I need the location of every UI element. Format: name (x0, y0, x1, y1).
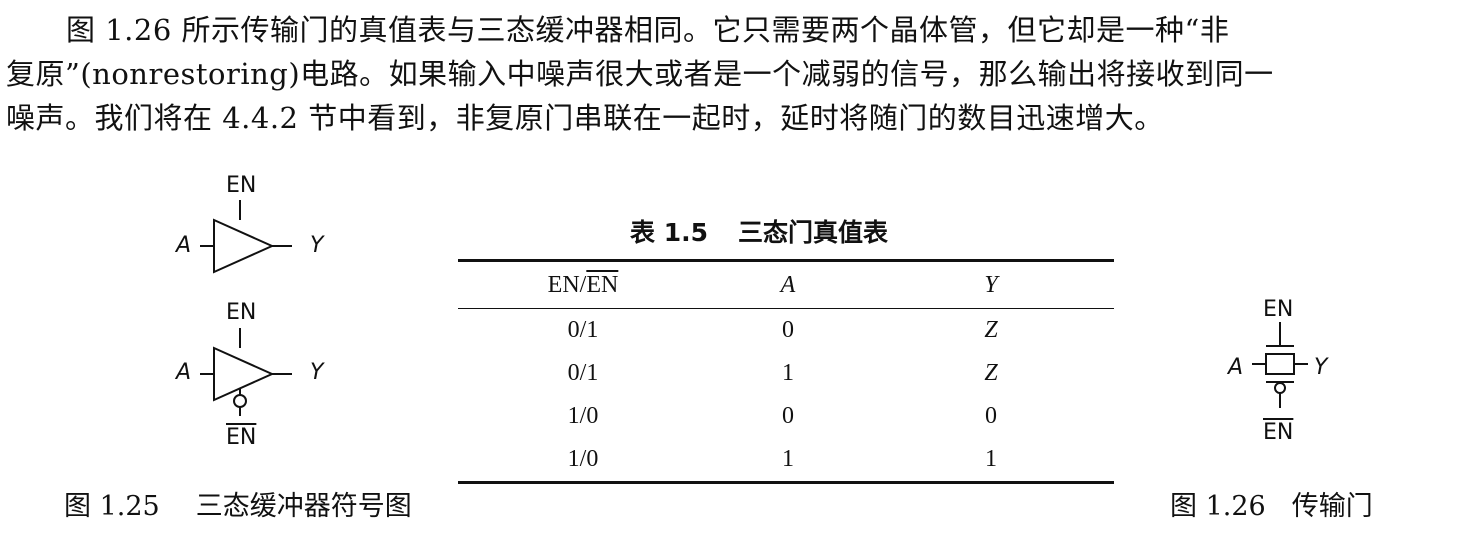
header-y: Y (868, 260, 1114, 309)
cell-y: Z (984, 360, 998, 386)
bottom-gate-output-label: Y (310, 360, 324, 385)
table-title-number: 表 1.5 (630, 218, 708, 247)
figure-1-26-caption: 图 1.26 传输门 (1170, 484, 1373, 523)
cell-y: Z (984, 317, 998, 343)
cell-en: 1/0 (567, 446, 599, 472)
tristate-truth-table: EN/EN A Y 0/1 0 Z 0/1 1 Z 1/0 0 0 1/0 1 … (458, 259, 1114, 484)
cell-a: 1 (782, 446, 794, 472)
bottom-gate-en-label: EN (226, 300, 257, 325)
table-title-text: 三态门真值表 (738, 218, 889, 247)
header-en-plain: EN/ (547, 271, 587, 298)
top-gate-input-label: A (176, 233, 192, 258)
top-gate-output-label: Y (310, 233, 324, 258)
bottom-gate-en-bar-label: EN (226, 425, 257, 450)
table-row: 1/0 1 1 (458, 438, 1114, 483)
top-gate-en-label: EN (226, 173, 257, 198)
cell-a: 1 (782, 360, 794, 386)
table-row: 0/1 0 Z (458, 309, 1114, 353)
cell-a: 0 (782, 317, 794, 343)
transmission-gate-symbol (1252, 322, 1308, 408)
paragraph-line-2: 复原”(nonrestoring)电路。如果输入中噪声很大或者是一个减弱的信号，… (6, 57, 1274, 91)
body-paragraph: 图 1.26 所示传输门的真值表与三态缓冲器相同。它只需要两个晶体管，但它却是一… (6, 8, 1476, 140)
cell-y: 0 (985, 403, 997, 429)
cell-en: 0/1 (567, 317, 599, 343)
table-row: 1/0 0 0 (458, 395, 1114, 438)
cell-y: 1 (985, 446, 997, 472)
figure-1-26-caption-text: 传输门 (1291, 491, 1373, 522)
bottom-gate-input-label: A (176, 360, 192, 385)
figure-1-25-caption-text: 三态缓冲器符号图 (195, 491, 412, 522)
paragraph-line-1: 图 1.26 所示传输门的真值表与三态缓冲器相同。它只需要两个晶体管，但它却是一… (66, 13, 1230, 47)
tgate-en-bar-label: EN (1263, 420, 1294, 445)
header-en: EN/EN (458, 260, 708, 309)
tgate-en-label: EN (1263, 297, 1294, 322)
cell-en: 0/1 (567, 360, 599, 386)
cell-en: 1/0 (567, 403, 599, 429)
table-row: 0/1 1 Z (458, 352, 1114, 395)
top-tristate-buffer-symbol (200, 200, 292, 274)
cell-a: 0 (782, 403, 794, 429)
figure-1-25-caption-number: 图 1.25 (64, 491, 160, 522)
table-header-row: EN/EN A Y (458, 260, 1114, 309)
header-a: A (708, 260, 868, 309)
header-en-bar: EN (586, 271, 619, 298)
paragraph-line-3: 噪声。我们将在 4.4.2 节中看到，非复原门串联在一起时，延时将随门的数目迅速… (6, 101, 1164, 135)
table-1-5-title: 表 1.5 三态门真值表 (630, 213, 888, 249)
bottom-tristate-buffer-symbol (200, 328, 292, 416)
figure-1-26-caption-number: 图 1.26 (1170, 491, 1266, 522)
figure-1-25-caption: 图 1.25 三态缓冲器符号图 (64, 484, 412, 523)
